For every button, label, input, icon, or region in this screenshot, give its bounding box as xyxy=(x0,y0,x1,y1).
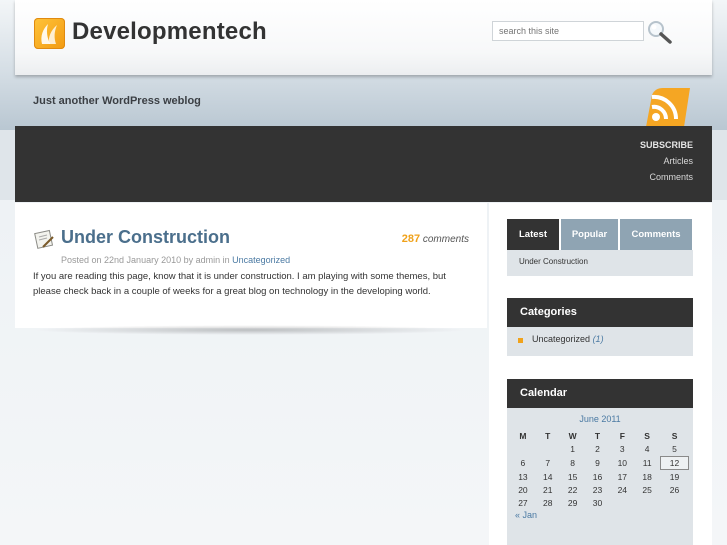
subscribe-heading: SUBSCRIBE xyxy=(639,140,693,150)
comments-label: comments xyxy=(422,234,469,245)
calendar-day: 24 xyxy=(617,485,628,495)
post-card xyxy=(15,203,487,328)
categories-list: Uncategorized (1) xyxy=(507,327,693,356)
calendar-day: 19 xyxy=(669,472,680,482)
weekday: M xyxy=(519,431,527,441)
calendar-month: June 2011 xyxy=(579,414,621,424)
document-edit-icon xyxy=(33,229,55,251)
nav-bar: SUBSCRIBE Articles Comments xyxy=(15,126,712,202)
calendar-day: 23 xyxy=(592,485,603,495)
calendar-day: 7 xyxy=(545,458,551,468)
calendar-day: 8 xyxy=(570,458,575,468)
comments-feed-link[interactable]: Comments xyxy=(640,169,693,185)
latest-post-link[interactable]: Under Construction xyxy=(519,257,588,266)
post-title-link[interactable]: Under Construction xyxy=(61,227,230,248)
weekday: T xyxy=(545,431,551,441)
calendar-day: 4 xyxy=(644,444,650,454)
post-body: If you are reading this page, know that … xyxy=(33,271,446,297)
calendar-day: 27 xyxy=(518,498,528,508)
calendar-day: 1 xyxy=(570,444,575,454)
calendar-day: 15 xyxy=(567,472,578,482)
site-tagline: Just another WordPress weblog xyxy=(33,95,201,107)
rss-feed-icon[interactable] xyxy=(642,87,694,127)
weekday: S xyxy=(671,431,678,441)
calendar-week: 13 14 15 16 17 18 19 xyxy=(511,471,689,483)
calendar-week: 27 28 29 30 xyxy=(511,497,689,509)
calendar-day xyxy=(635,497,659,509)
post-meta: Posted on 22nd January 2010 by admin in … xyxy=(61,255,290,265)
calendar-week: 6 7 8 9 10 11 12 xyxy=(511,456,689,470)
comments-count-link[interactable]: 287 comments xyxy=(402,233,469,245)
calendar-day: 22 xyxy=(567,485,578,495)
calendar-today: 12 xyxy=(660,456,689,470)
latest-panel: Under Construction xyxy=(507,250,693,276)
categories-heading: Categories xyxy=(507,298,693,327)
calendar-day xyxy=(610,497,634,509)
calendar-widget: June 2011 M T W T F S S 1 2 3 4 5 6 7 8 … xyxy=(507,408,693,545)
calendar-day: 30 xyxy=(592,498,603,508)
search-input[interactable] xyxy=(492,21,644,41)
calendar-day xyxy=(511,443,535,455)
tab-popular[interactable]: Popular xyxy=(561,219,618,250)
articles-feed-link[interactable]: Articles xyxy=(640,153,693,169)
calendar-day: 3 xyxy=(619,444,625,454)
calendar-day: 13 xyxy=(518,472,528,482)
calendar-day: 9 xyxy=(595,458,600,468)
calendar-day: 18 xyxy=(642,472,652,482)
calendar-day: 28 xyxy=(543,498,553,508)
flame-leaf-logo-icon[interactable] xyxy=(34,18,65,49)
calendar-weekdays: M T W T F S S xyxy=(511,430,689,442)
tab-comments[interactable]: Comments xyxy=(620,219,692,250)
calendar-day: 14 xyxy=(543,472,553,482)
bullet-icon xyxy=(518,338,523,343)
calendar-day: 17 xyxy=(617,472,628,482)
calendar-prev-link[interactable]: « Jan xyxy=(515,510,537,520)
calendar-heading: Calendar xyxy=(507,379,693,408)
magnifier-icon[interactable] xyxy=(645,19,675,47)
tab-latest[interactable]: Latest xyxy=(507,219,559,250)
category-link[interactable]: Uncategorized xyxy=(532,334,590,344)
calendar-day: 5 xyxy=(672,444,677,454)
comments-number: 287 xyxy=(401,233,421,245)
calendar-day xyxy=(660,497,689,509)
calendar-week: 1 2 3 4 5 xyxy=(511,443,689,455)
site-title[interactable]: Developmentech xyxy=(72,18,267,46)
calendar-day: 16 xyxy=(592,472,603,482)
calendar-day: 6 xyxy=(520,458,526,468)
calendar-day: 21 xyxy=(543,485,553,495)
post-meta-text: Posted on 22nd January 2010 by admin in xyxy=(61,255,233,265)
calendar-day: 25 xyxy=(642,485,652,495)
weekday: S xyxy=(644,431,650,441)
calendar-day: 2 xyxy=(595,444,600,454)
calendar-day: 26 xyxy=(669,485,680,495)
post-shadow xyxy=(32,325,468,335)
calendar-day: 11 xyxy=(642,458,652,468)
calendar-week: 20 21 22 23 24 25 26 xyxy=(511,484,689,496)
calendar-day xyxy=(536,443,560,455)
calendar-table: M T W T F S S 1 2 3 4 5 6 7 8 9 10 11 12… xyxy=(510,429,690,510)
weekday: F xyxy=(619,431,625,441)
weekday: W xyxy=(568,431,577,441)
calendar-day: 20 xyxy=(518,485,528,495)
calendar-day: 29 xyxy=(567,498,578,508)
post-category-link[interactable]: Uncategorized xyxy=(232,255,290,265)
weekday: T xyxy=(594,431,601,441)
category-count: (1) xyxy=(592,334,604,344)
subscribe-links: SUBSCRIBE Articles Comments xyxy=(640,137,693,185)
category-item[interactable]: Uncategorized (1) xyxy=(532,334,604,344)
calendar-day: 10 xyxy=(617,458,628,468)
